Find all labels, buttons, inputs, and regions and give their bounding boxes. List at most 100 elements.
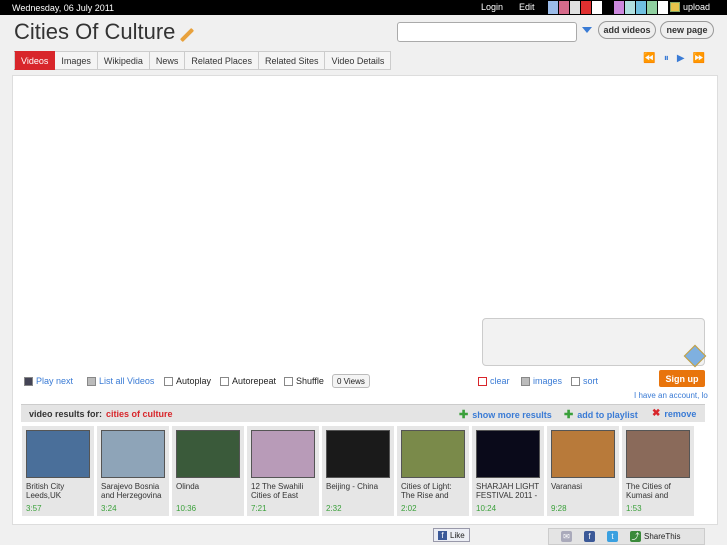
- video-title[interactable]: British City Leeds,UK: [26, 482, 90, 502]
- show-more-button[interactable]: ✚ show more results: [459, 408, 552, 421]
- page-title-text: Cities Of Culture: [14, 19, 176, 44]
- color-swatch[interactable]: [559, 1, 569, 14]
- close-icon: ✖: [652, 408, 661, 419]
- video-duration: 7:21: [251, 504, 267, 513]
- video-card[interactable]: British City Leeds,UK 3:57: [22, 426, 94, 516]
- video-results: British City Leeds,UK 3:57 Sarajevo Bosnia…: [21, 426, 705, 516]
- color-swatch[interactable]: [625, 1, 635, 14]
- results-query: cities of culture: [106, 408, 173, 419]
- autoplay-checkbox[interactable]: Autoplay: [164, 376, 211, 386]
- shuffle-checkbox[interactable]: Shuffle: [284, 376, 324, 386]
- video-thumbnail[interactable]: [26, 430, 90, 478]
- tab-wikipedia[interactable]: Wikipedia: [97, 51, 150, 70]
- add-playlist-button[interactable]: ✚ add to playlist: [564, 408, 638, 421]
- chevron-down-icon[interactable]: [582, 27, 592, 33]
- video-thumbnail[interactable]: [626, 430, 690, 478]
- tab-related-places[interactable]: Related Places: [185, 51, 259, 70]
- tab-videos[interactable]: Videos: [14, 51, 56, 70]
- tab-video-details[interactable]: Video Details: [325, 51, 392, 70]
- video-title[interactable]: 12 The Swahili Cities of East: [251, 482, 315, 502]
- remove-button[interactable]: ✖ remove: [652, 408, 696, 419]
- video-title[interactable]: Beijing - China: [326, 482, 390, 502]
- clear-control[interactable]: clear: [478, 376, 510, 386]
- upload-link[interactable]: upload: [670, 2, 710, 12]
- facebook-like-button[interactable]: f Like: [433, 528, 470, 542]
- sign-up-button[interactable]: Sign up: [659, 370, 705, 387]
- autorepeat-checkbox[interactable]: Autorepeat: [220, 376, 276, 386]
- account-link[interactable]: I have an account, lo: [634, 391, 708, 400]
- top-bar: Wednesday, 06 July 2011 Login Edit uploa…: [0, 0, 727, 15]
- email-icon[interactable]: ✉: [561, 531, 572, 542]
- rewind-icon[interactable]: ⏪: [643, 53, 655, 64]
- edit-link[interactable]: Edit: [519, 2, 535, 12]
- results-bar: video results for: cities of culture ✚ s…: [21, 404, 705, 422]
- video-card[interactable]: Cities of Light: The Rise and 2:02: [397, 426, 469, 516]
- list-all-control[interactable]: List all Videos: [87, 376, 154, 386]
- color-swatch[interactable]: [548, 1, 558, 14]
- plus-icon: ✚: [564, 409, 574, 421]
- clear-icon: [478, 376, 487, 386]
- show-more-label: show more results: [472, 409, 552, 420]
- video-thumbnail[interactable]: [101, 430, 165, 478]
- results-label: video results for:: [29, 408, 103, 419]
- video-title[interactable]: Cities of Light: The Rise and: [401, 482, 465, 502]
- shuffle-label: Shuffle: [296, 376, 324, 386]
- sort-control[interactable]: sort: [571, 376, 598, 386]
- color-swatch[interactable]: [647, 1, 657, 14]
- color-swatch[interactable]: [658, 1, 668, 14]
- play-next-control[interactable]: Play next: [24, 376, 73, 386]
- color-swatch[interactable]: [592, 1, 602, 14]
- add-playlist-label: add to playlist: [577, 409, 638, 420]
- video-card[interactable]: Varanasi 9:28: [547, 426, 619, 516]
- new-page-button[interactable]: new page: [660, 21, 714, 39]
- color-swatch[interactable]: [603, 1, 613, 14]
- comment-box[interactable]: [482, 318, 705, 366]
- share-icon: ⤴: [630, 531, 641, 542]
- video-duration: 2:32: [326, 504, 342, 513]
- images-label: images: [533, 376, 563, 386]
- color-swatch[interactable]: [570, 1, 580, 14]
- video-thumbnail[interactable]: [176, 430, 240, 478]
- play-next-label: Play next: [36, 376, 74, 386]
- video-title[interactable]: The Cities of Kumasi and: [626, 482, 690, 502]
- video-card[interactable]: 12 The Swahili Cities of East 7:21: [247, 426, 319, 516]
- video-card[interactable]: The Cities of Kumasi and 1:53: [622, 426, 694, 516]
- video-thumbnail[interactable]: [401, 430, 465, 478]
- sort-icon: [571, 376, 580, 386]
- upload-icon: [670, 2, 680, 12]
- color-swatch[interactable]: [614, 1, 624, 14]
- video-title[interactable]: Varanasi: [551, 482, 615, 502]
- tab-news[interactable]: News: [149, 51, 186, 70]
- images-control[interactable]: images: [521, 376, 562, 386]
- search-input[interactable]: [397, 22, 577, 42]
- video-title[interactable]: Olinda: [176, 482, 240, 502]
- sharethis-button[interactable]: ⤴ ShareThis: [630, 531, 680, 542]
- tab-images[interactable]: Images: [55, 51, 98, 70]
- video-card[interactable]: Sarajevo Bosnia and Herzegovina 3:24: [97, 426, 169, 516]
- facebook-icon: f: [438, 530, 447, 540]
- plus-icon: ✚: [459, 409, 469, 421]
- fast-forward-icon[interactable]: ⏩: [693, 53, 705, 64]
- video-card[interactable]: Beijing - China 2:32: [322, 426, 394, 516]
- video-title[interactable]: Sarajevo Bosnia and Herzegovina: [101, 482, 165, 502]
- pause-icon[interactable]: ⏸: [664, 53, 669, 64]
- tab-related-sites[interactable]: Related Sites: [258, 51, 326, 70]
- video-thumbnail[interactable]: [326, 430, 390, 478]
- add-videos-button[interactable]: add videos: [598, 21, 656, 39]
- video-duration: 10:36: [176, 504, 197, 513]
- login-link[interactable]: Login: [481, 2, 503, 12]
- autoplay-label: Autoplay: [176, 376, 212, 386]
- theme-swatches: [548, 1, 668, 14]
- video-thumbnail[interactable]: [251, 430, 315, 478]
- pencil-icon[interactable]: [180, 27, 195, 43]
- facebook-icon[interactable]: f: [584, 531, 595, 542]
- play-icon[interactable]: ▶: [677, 53, 685, 64]
- color-swatch[interactable]: [581, 1, 591, 14]
- video-title[interactable]: SHARJAH LIGHT FESTIVAL 2011 -: [476, 482, 540, 502]
- video-thumbnail[interactable]: [551, 430, 615, 478]
- video-card[interactable]: Olinda 10:36: [172, 426, 244, 516]
- twitter-icon[interactable]: t: [607, 531, 618, 542]
- color-swatch[interactable]: [636, 1, 646, 14]
- video-thumbnail[interactable]: [476, 430, 540, 478]
- video-card[interactable]: SHARJAH LIGHT FESTIVAL 2011 - 10:24: [472, 426, 544, 516]
